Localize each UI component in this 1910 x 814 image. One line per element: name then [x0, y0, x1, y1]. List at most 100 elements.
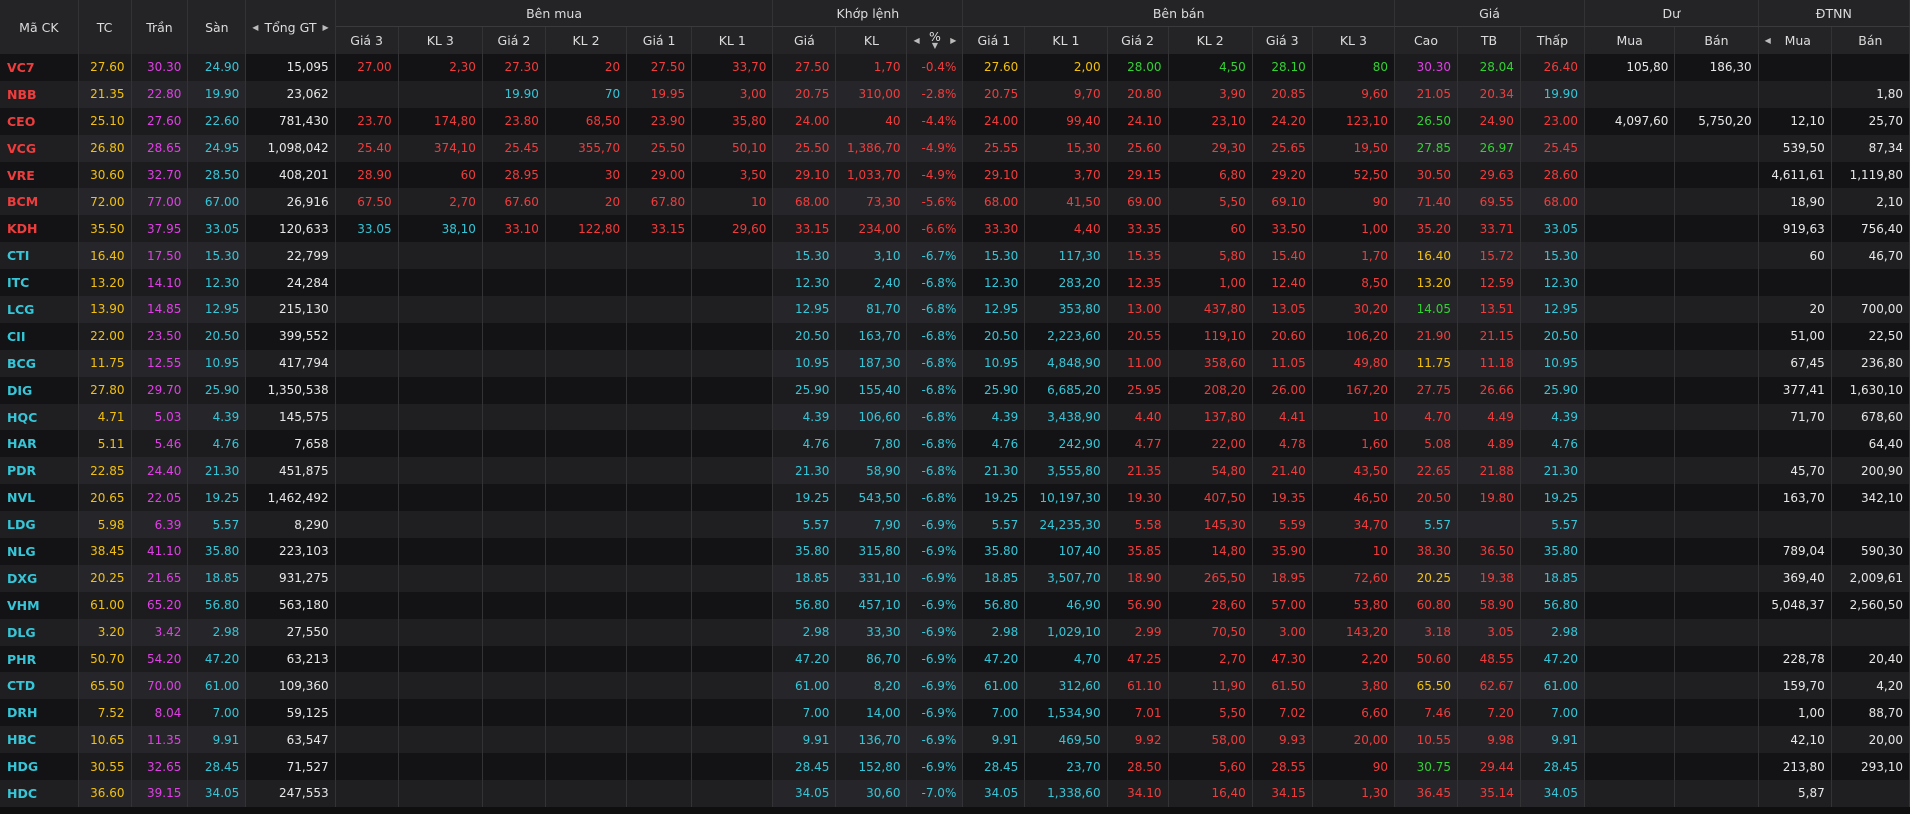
symbol-cell[interactable]: VHM [0, 591, 79, 619]
caret-left-icon[interactable]: ◀ [252, 23, 258, 32]
remain-cell-0 [1584, 134, 1676, 162]
table-row[interactable]: LCG 13.90 14.85 12.95 215,130 12.95 81,70 -6.8%… [0, 296, 1910, 323]
col-remain-1[interactable]: Bán [1674, 26, 1759, 54]
buy-cell-2 [482, 753, 546, 781]
table-row[interactable]: PHR 50.70 54.20 47.20 63,213 47.20 86,70 -6.9% 4… [0, 645, 1910, 673]
col-buy-4[interactable]: Giá 1 [626, 26, 693, 54]
col-symbol[interactable]: Mã CK [0, 0, 79, 54]
col-sell-3[interactable]: KL 2 [1168, 26, 1253, 54]
table-row[interactable]: VRE 30.60 32.70 28.50 408,201 28.90 60 28.95 30 2… [0, 161, 1910, 189]
symbol-cell[interactable]: HDC [0, 780, 79, 807]
table-row[interactable]: VCG 26.80 28.65 24.95 1,098,042 25.40 374,10 25… [0, 134, 1910, 162]
symbol-cell[interactable]: BCM [0, 188, 79, 216]
table-row[interactable]: HAR 5.11 5.46 4.76 7,658 4.76 7,80 -6.8% 4.76 242… [0, 430, 1910, 458]
table-row[interactable]: VC7 27.60 30.30 24.90 15,095 27.00 2,30 27.30 20… [0, 54, 1910, 81]
symbol-cell[interactable]: CTD [0, 672, 79, 700]
col-match-2[interactable]: ◀% ▼ ▶ [906, 26, 964, 54]
remain-cell-0 [1584, 188, 1676, 216]
caret-left-icon[interactable]: ◀ [1765, 36, 1771, 45]
table-row[interactable]: KDH 35.50 37.95 33.05 120,633 33.05 38,10 33.10… [0, 215, 1910, 243]
col-buy-3[interactable]: KL 2 [545, 26, 628, 54]
symbol-cell[interactable]: HAR [0, 430, 79, 458]
floor-price-cell: 18.85 [187, 564, 247, 592]
table-row[interactable]: LDG 5.98 6.39 5.57 8,290 5.57 7,90 -6.9% 5.57 24,… [0, 511, 1910, 539]
col-total-value[interactable]: ◀ Tổng GT ▶ [245, 0, 336, 54]
col-price-1[interactable]: TB [1457, 26, 1521, 54]
col-foreign-1[interactable]: Bán [1831, 26, 1910, 54]
col-sell-0[interactable]: Giá 1 [962, 26, 1026, 54]
col-buy-5[interactable]: KL 1 [691, 26, 774, 54]
table-row[interactable]: PDR 22.85 24.40 21.30 451,875 21.30 58,90 -6.8%… [0, 457, 1910, 485]
buy-cell-2: 67.60 [482, 188, 546, 216]
table-row[interactable]: BCG 11.75 12.55 10.95 417,794 10.95 187,30 -6.8… [0, 349, 1910, 377]
table-row[interactable]: HBC 10.65 11.35 9.91 63,547 9.91 136,70 -6.9% 9.… [0, 726, 1910, 754]
table-row[interactable]: HDG 30.55 32.65 28.45 71,527 28.45 152,80 -6.9%… [0, 753, 1910, 781]
symbol-cell[interactable]: VCG [0, 134, 79, 162]
col-sell-1[interactable]: KL 1 [1024, 26, 1108, 54]
col-price-2[interactable]: Thấp [1520, 26, 1585, 54]
symbol-cell[interactable]: BCG [0, 349, 79, 377]
col-sell-5[interactable]: KL 3 [1312, 26, 1396, 54]
symbol-cell[interactable]: CII [0, 322, 79, 350]
table-row[interactable]: CTD 65.50 70.00 61.00 109,360 61.00 8,20 -6.9% 6… [0, 672, 1910, 700]
sell-cell-2: 28.00 [1107, 54, 1169, 81]
symbol-cell[interactable]: HQC [0, 403, 79, 431]
col-floor[interactable]: Sàn [187, 0, 247, 54]
table-row[interactable]: CEO 25.10 27.60 22.60 781,430 23.70 174,80 23.8… [0, 107, 1910, 135]
symbol-cell[interactable]: DXG [0, 564, 79, 592]
symbol-cell[interactable]: LCG [0, 296, 79, 323]
symbol-cell[interactable]: ITC [0, 269, 79, 297]
col-buy-0[interactable]: Giá 3 [335, 26, 399, 54]
symbol-cell[interactable]: HBC [0, 726, 79, 754]
caret-right-icon[interactable]: ▶ [323, 23, 329, 32]
table-row[interactable]: BCM 72.00 77.00 67.00 26,916 67.50 2,70 67.60 20… [0, 188, 1910, 216]
table-row[interactable]: HDC 36.60 39.15 34.05 247,553 34.05 30,60 -7.0%… [0, 780, 1910, 807]
col-sell-4[interactable]: Giá 3 [1252, 26, 1313, 54]
table-row[interactable]: DLG 3.20 3.42 2.98 27,550 2.98 33,30 -6.9% 2.98 1… [0, 618, 1910, 646]
col-sell-2[interactable]: Giá 2 [1107, 26, 1169, 54]
symbol-cell[interactable]: DRH [0, 699, 79, 727]
symbol-cell[interactable]: HDG [0, 753, 79, 781]
table-row[interactable]: ITC 13.20 14.10 12.30 24,284 12.30 2,40 -6.8% 12… [0, 269, 1910, 297]
symbol-cell[interactable]: NBB [0, 80, 79, 108]
col-buy-1[interactable]: KL 3 [398, 26, 483, 54]
col-buy-2[interactable]: Giá 2 [482, 26, 546, 54]
table-row[interactable]: HQC 4.71 5.03 4.39 145,575 4.39 106,60 -6.8% 4.3… [0, 403, 1910, 431]
symbol-cell[interactable]: DIG [0, 376, 79, 404]
symbol-cell[interactable]: CEO [0, 107, 79, 135]
sell-cell-2: 15.35 [1107, 242, 1169, 270]
table-row[interactable]: DXG 20.25 21.65 18.85 931,275 18.85 331,10 -6.9… [0, 564, 1910, 592]
symbol-cell[interactable]: PHR [0, 645, 79, 673]
table-row[interactable]: CTI 16.40 17.50 15.30 22,799 15.30 3,10 -6.7% 15… [0, 242, 1910, 270]
col-match-1[interactable]: KL [835, 26, 908, 54]
symbol-cell[interactable]: NVL [0, 484, 79, 512]
symbol-cell[interactable]: PDR [0, 457, 79, 485]
sell-cell-3: 60 [1168, 215, 1253, 243]
caret-right-icon[interactable]: ▶ [950, 36, 956, 45]
caret-left-icon[interactable]: ◀ [913, 36, 919, 45]
price-cell-2: 35.80 [1520, 538, 1585, 565]
symbol-cell[interactable]: CTI [0, 242, 79, 270]
col-ref[interactable]: TC [78, 0, 132, 54]
sort-down-icon[interactable]: ▼ [932, 41, 938, 50]
symbol-cell[interactable]: VC7 [0, 54, 79, 81]
symbol-cell[interactable]: DLG [0, 618, 79, 646]
symbol-cell[interactable]: NLG [0, 538, 79, 565]
table-row[interactable]: NLG 38.45 41.10 35.80 223,103 35.80 315,80 -6.9… [0, 538, 1910, 565]
col-ceiling[interactable]: Trần [131, 0, 189, 54]
table-row[interactable]: VHM 61.00 65.20 56.80 563,180 56.80 457,10 -6.9… [0, 591, 1910, 619]
col-remain-0[interactable]: Mua [1584, 26, 1676, 54]
symbol-cell[interactable]: KDH [0, 215, 79, 243]
table-row[interactable]: DRH 7.52 8.04 7.00 59,125 7.00 14,00 -6.9% 7.00 1… [0, 699, 1910, 727]
symbol-cell[interactable]: LDG [0, 511, 79, 539]
col-price-0[interactable]: Cao [1394, 26, 1458, 54]
table-row[interactable]: NVL 20.65 22.05 19.25 1,462,492 19.25 543,50 -6… [0, 484, 1910, 512]
price-cell-1: 36.50 [1457, 538, 1521, 565]
table-row[interactable]: DIG 27.80 29.70 25.90 1,350,538 25.90 155,40 -6… [0, 376, 1910, 404]
col-foreign-0[interactable]: ◀ Mua [1758, 26, 1832, 54]
price-cell-0: 10.55 [1394, 726, 1458, 754]
symbol-cell[interactable]: VRE [0, 161, 79, 189]
col-match-0[interactable]: Giá [772, 26, 837, 54]
table-row[interactable]: NBB 21.35 22.80 19.90 23,062 19.90 70 19.95 3,00… [0, 80, 1910, 108]
table-row[interactable]: CII 22.00 23.50 20.50 399,552 20.50 163,70 -6.8… [0, 322, 1910, 350]
